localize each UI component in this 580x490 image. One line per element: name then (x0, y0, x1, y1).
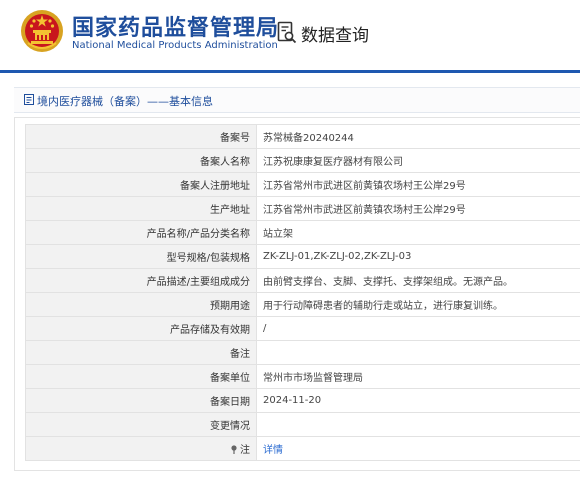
data-query-link[interactable]: 数据查询 (277, 20, 369, 46)
table-row: 备案号 苏常械备20240244 (25, 124, 580, 149)
document-icon (24, 94, 34, 105)
row-label: 备案日期 (25, 388, 257, 413)
row-label: 产品存储及有效期 (25, 316, 257, 341)
record-panel: 备案号 苏常械备20240244 备案人名称 江苏祝康康复医疗器材有限公司 备案人注… (14, 117, 580, 471)
table-row: 产品描述/主要组成成分 由前臂支撑台、支脚、支撑托、支撑架组成。无源产品。 (25, 268, 580, 293)
row-value: 常州市市场监督管理局 (256, 364, 580, 389)
row-value: 站立架 (256, 220, 580, 245)
row-value: 江苏祝康康复医疗器材有限公司 (256, 148, 580, 173)
table-row: 注 详情 (25, 436, 580, 461)
table-row: 备案单位 常州市市场监督管理局 (25, 364, 580, 389)
table-row: 产品名称/产品分类名称 站立架 (25, 220, 580, 245)
row-value: 苏常械备20240244 (256, 124, 580, 149)
table-row: 备注 (25, 340, 580, 365)
row-label: 备案单位 (25, 364, 257, 389)
document-search-icon (277, 21, 297, 44)
table-row: 变更情况 (25, 412, 580, 437)
data-query-label: 数据查询 (301, 25, 369, 46)
table-row: 产品存储及有效期 / (25, 316, 580, 341)
row-value: 由前臂支撑台、支脚、支撑托、支撑架组成。无源产品。 (256, 268, 580, 293)
site-header: 国家药品监督管理局 National Medical Products Admi… (0, 0, 580, 70)
row-label: 备案人注册地址 (25, 172, 257, 197)
breadcrumb: 境内医疗器械（备案）——基本信息 (14, 87, 580, 113)
row-value: 2024-11-20 (256, 388, 580, 413)
row-label: 生产地址 (25, 196, 257, 221)
row-value: 用于行动障碍患者的辅助行走或站立，进行康复训练。 (256, 292, 580, 317)
national-emblem-icon (21, 10, 63, 52)
row-label: 备案号 (25, 124, 257, 149)
row-label: 备案人名称 (25, 148, 257, 173)
table-row: 备案人名称 江苏祝康康复医疗器材有限公司 (25, 148, 580, 173)
table-row: 预期用途 用于行动障碍患者的辅助行走或站立，进行康复训练。 (25, 292, 580, 317)
row-label: 变更情况 (25, 412, 257, 437)
row-label: 备注 (25, 340, 257, 365)
row-value: / (256, 316, 580, 341)
row-label: 产品名称/产品分类名称 (25, 220, 257, 245)
record-table: 备案号 苏常械备20240244 备案人名称 江苏祝康康复医疗器材有限公司 备案人注… (25, 124, 580, 461)
row-label: 型号规格/包装规格 (25, 244, 257, 269)
header-divider (0, 70, 580, 73)
org-name-cn: 国家药品监督管理局 (72, 16, 280, 41)
detail-link[interactable]: 详情 (263, 445, 283, 456)
pin-icon (231, 445, 237, 454)
row-value: 江苏省常州市武进区前黄镇农场村王公岸29号 (256, 172, 580, 197)
table-row: 备案人注册地址 江苏省常州市武进区前黄镇农场村王公岸29号 (25, 172, 580, 197)
table-row: 备案日期 2024-11-20 (25, 388, 580, 413)
row-label: 预期用途 (25, 292, 257, 317)
row-value (256, 412, 580, 437)
note-label: 注 (240, 445, 250, 456)
org-name-en: National Medical Products Administration (72, 40, 278, 51)
table-row: 型号规格/包装规格 ZK-ZLJ-01,ZK-ZLJ-02,ZK-ZLJ-03 (25, 244, 580, 269)
note-label-cell: 注 (25, 436, 257, 461)
breadcrumb-text: 境内医疗器械（备案）——基本信息 (37, 95, 213, 108)
row-value (256, 340, 580, 365)
table-row: 生产地址 江苏省常州市武进区前黄镇农场村王公岸29号 (25, 196, 580, 221)
row-label: 产品描述/主要组成成分 (25, 268, 257, 293)
row-value: 江苏省常州市武进区前黄镇农场村王公岸29号 (256, 196, 580, 221)
row-value: ZK-ZLJ-01,ZK-ZLJ-02,ZK-ZLJ-03 (256, 244, 580, 269)
note-value-cell: 详情 (256, 436, 580, 461)
